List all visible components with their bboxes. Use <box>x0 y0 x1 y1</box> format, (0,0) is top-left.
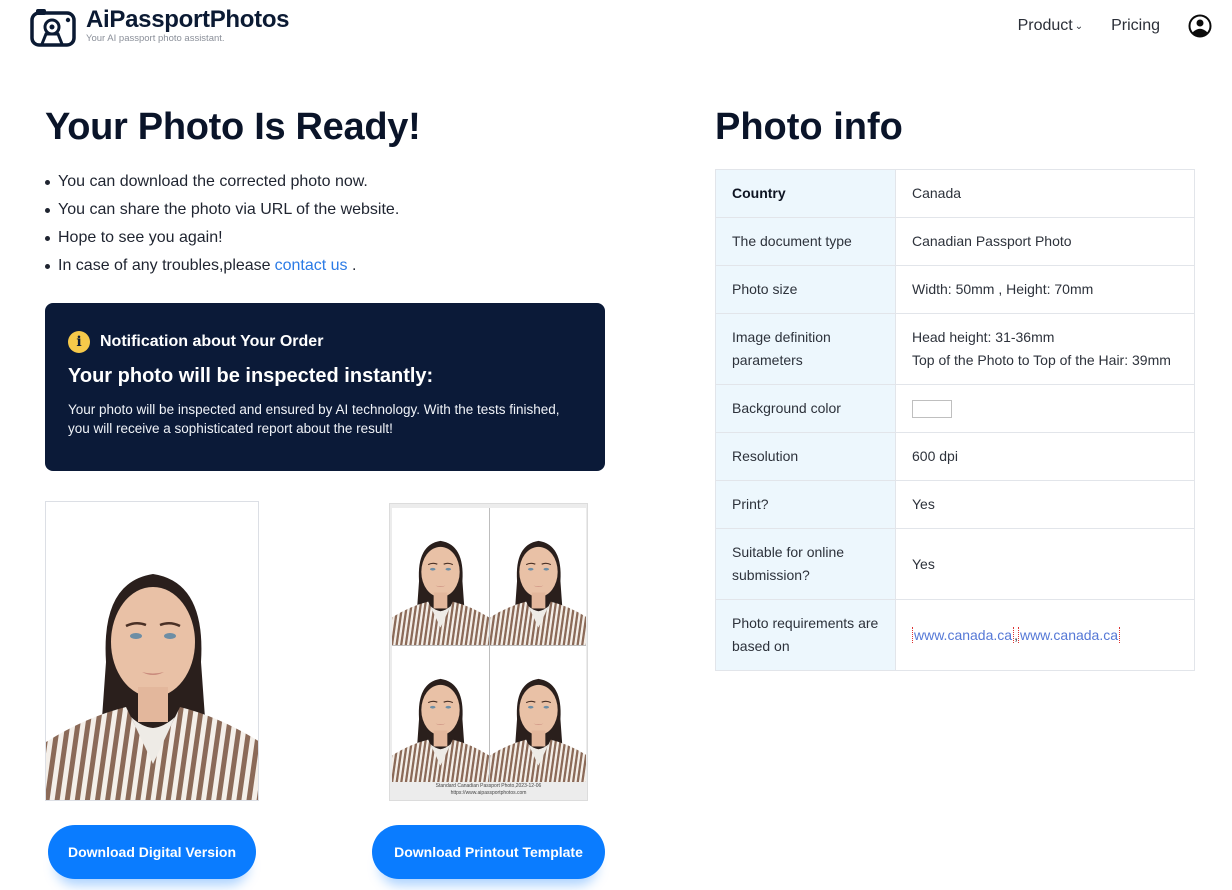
sheet-photo <box>489 645 586 782</box>
row-value: Yes <box>895 528 1195 600</box>
background-color-swatch <box>912 400 952 419</box>
row-value: Canadian Passport Photo <box>895 217 1195 266</box>
table-row: Print? Yes <box>715 480 1195 529</box>
nav-product-label: Product <box>1017 17 1073 34</box>
photo-info-title: Photo info <box>715 106 903 148</box>
list-item-text: Hope to see you again! <box>58 229 223 246</box>
download-digital-button[interactable]: Download Digital Version <box>48 825 256 879</box>
bullet-icon <box>45 179 50 185</box>
row-key: Resolution <box>715 432 896 481</box>
brand-name: AiPassportPhotos <box>86 6 290 33</box>
sheet-photo <box>489 508 586 645</box>
info-icon: i <box>68 331 90 353</box>
bullet-icon <box>45 207 50 213</box>
portrait-image <box>392 508 489 645</box>
chevron-down-icon: ⌄ <box>1074 21 1084 32</box>
list-item: You can share the photo via URL of the w… <box>45 196 399 224</box>
top-to-hair-value: Top of the Photo to Top of the Hair: 39m… <box>912 352 1171 368</box>
notification-title: Your photo will be inspected instantly: <box>68 365 434 387</box>
sheet-photo <box>392 645 489 782</box>
table-row: Background color <box>715 384 1195 433</box>
head-height-value: Head height: 31-36mm <box>912 329 1055 345</box>
page-title: Your Photo Is Ready! <box>45 106 421 148</box>
row-value: Yes <box>895 480 1195 529</box>
list-item: Hope to see you again! <box>45 224 399 252</box>
main-nav: Product ⌄ Pricing <box>1018 14 1212 38</box>
row-key: The document type <box>715 217 896 266</box>
site-header: AiPassportPhotos Your AI passport photo … <box>0 0 1232 60</box>
sheet-caption-url: https://www.aipassportphotos.com <box>450 790 527 796</box>
printout-template-preview: Standard Canadian Passport Photo,2023-12… <box>389 503 588 801</box>
table-row: Photo size Width: 50mm , Height: 70mm <box>715 265 1195 314</box>
row-key: Photo requirements are based on <box>715 599 896 671</box>
row-key: Photo size <box>715 265 896 314</box>
contact-us-link[interactable]: contact us <box>275 252 348 280</box>
portrait-image <box>392 645 489 782</box>
photo-grid <box>392 508 586 782</box>
nav-pricing-label: Pricing <box>1111 17 1160 34</box>
table-row: Image definition parameters Head height:… <box>715 313 1195 385</box>
row-key: Background color <box>715 384 896 433</box>
row-key: Image definition parameters <box>715 313 896 385</box>
requirements-link[interactable]: www.canada.ca <box>912 626 1015 643</box>
list-item: You can download the corrected photo now… <box>45 168 399 196</box>
requirements-link[interactable]: www.canada.ca <box>1017 626 1121 643</box>
notification-body: Your photo will be inspected and ensured… <box>68 402 560 436</box>
nav-pricing[interactable]: Pricing <box>1111 17 1160 35</box>
sheet-caption-title: Standard Canadian Passport Photo,2023-12… <box>435 783 542 789</box>
portrait-image <box>46 502 258 800</box>
digital-photo-preview <box>45 501 259 801</box>
brand-tagline: Your AI passport photo assistant. <box>86 33 225 44</box>
row-value <box>895 384 1195 433</box>
order-notification: i Notification about Your Order Your pho… <box>45 303 605 471</box>
row-value: Canada <box>895 169 1195 218</box>
bullet-icon <box>45 235 50 241</box>
portrait-image <box>489 508 586 645</box>
list-item-text: You can share the photo via URL of the w… <box>58 201 400 218</box>
notification-heading: Notification about Your Order <box>100 333 324 350</box>
user-account-icon[interactable] <box>1188 14 1212 38</box>
list-item: In case of any troubles,please contact us… <box>45 252 399 280</box>
row-key: Country <box>715 169 896 218</box>
row-value: www.canada.ca, www.canada.ca <box>895 599 1195 671</box>
list-item-text: In case of any troubles,please <box>58 257 271 274</box>
sheet-caption: Standard Canadian Passport Photo,2023-12… <box>390 783 587 797</box>
list-item-text: You can download the corrected photo now… <box>58 173 368 190</box>
list-item-suffix: . <box>351 257 357 274</box>
download-printout-button[interactable]: Download Printout Template <box>372 825 605 879</box>
bullet-icon <box>45 263 50 269</box>
row-key: Print? <box>715 480 896 529</box>
row-value: 600 dpi <box>895 432 1195 481</box>
nav-product[interactable]: Product ⌄ <box>1018 17 1084 35</box>
camera-logo-icon <box>30 9 76 47</box>
row-value: Head height: 31-36mm Top of the Photo to… <box>895 313 1195 385</box>
table-row: Resolution 600 dpi <box>715 432 1195 481</box>
photo-info-table: Country Canada The document type Canadia… <box>715 169 1195 671</box>
table-row: Photo requirements are based on www.cana… <box>715 599 1195 671</box>
instructions-list: You can download the corrected photo now… <box>45 168 399 280</box>
table-row: The document type Canadian Passport Phot… <box>715 217 1195 266</box>
table-row: Suitable for online submission? Yes <box>715 528 1195 600</box>
table-row: Country Canada <box>715 169 1195 218</box>
brand-logo[interactable]: AiPassportPhotos Your AI passport photo … <box>30 6 290 47</box>
row-value: Width: 50mm , Height: 70mm <box>895 265 1195 314</box>
row-key: Suitable for online submission? <box>715 528 896 600</box>
portrait-image <box>489 645 586 782</box>
sheet-photo <box>392 508 489 645</box>
